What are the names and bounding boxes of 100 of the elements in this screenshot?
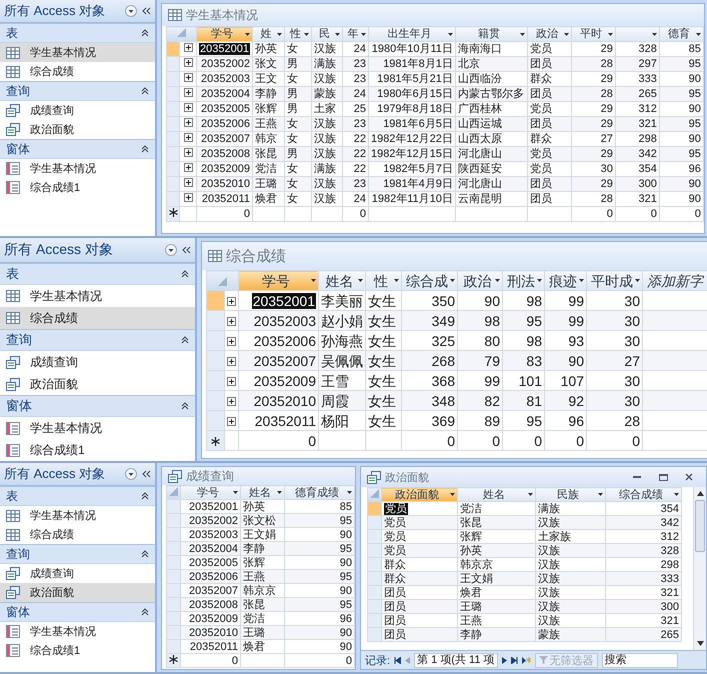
nav-group-header[interactable]: 表 xyxy=(0,263,195,285)
select-all-icon[interactable] xyxy=(218,276,227,286)
previous-record-icon[interactable] xyxy=(405,656,410,664)
expand-icon[interactable] xyxy=(227,416,236,426)
next-record-icon[interactable] xyxy=(502,656,506,664)
row-selector[interactable] xyxy=(368,572,382,586)
row-selector[interactable] xyxy=(368,558,382,572)
scroll-up-icon[interactable] xyxy=(696,491,704,496)
nav-group-header[interactable]: 查询 xyxy=(0,329,195,351)
row-selector[interactable] xyxy=(166,500,180,514)
nav-group-header[interactable]: 查询 xyxy=(0,81,155,101)
row-selector[interactable] xyxy=(166,528,180,542)
expand-icon[interactable] xyxy=(184,118,192,126)
expand-icon[interactable] xyxy=(184,72,192,82)
table-cell: 满族 xyxy=(536,502,606,516)
dropdown-icon[interactable] xyxy=(125,5,137,17)
column-header[interactable]: 年 xyxy=(342,26,368,42)
nav-group-header[interactable]: 查询 xyxy=(0,544,155,564)
expand-icon[interactable] xyxy=(227,296,236,306)
row-selector[interactable] xyxy=(166,514,180,528)
column-header[interactable]: 政治面貌 xyxy=(382,488,458,502)
column-header[interactable]: 学号 xyxy=(180,486,240,500)
expand-icon[interactable] xyxy=(184,42,192,52)
expand-icon[interactable] xyxy=(184,88,192,96)
row-selector[interactable] xyxy=(368,544,382,558)
expand-icon[interactable] xyxy=(184,192,192,202)
expand-icon[interactable] xyxy=(184,178,192,186)
column-header[interactable]: 综合成 xyxy=(402,270,458,290)
expand-icon[interactable] xyxy=(184,162,192,172)
table-cell: 韩京京 xyxy=(240,584,284,598)
expand-icon[interactable] xyxy=(184,58,192,66)
nav-group-header[interactable]: 表 xyxy=(0,23,155,43)
expand-icon[interactable] xyxy=(227,316,236,326)
table-cell: 30 xyxy=(586,330,642,350)
column-header[interactable]: 民族 xyxy=(536,488,606,502)
row-selector[interactable] xyxy=(166,626,180,640)
column-header[interactable]: 姓名 xyxy=(458,488,536,502)
new-record-icon[interactable] xyxy=(522,656,530,664)
collapse-icon[interactable] xyxy=(141,7,151,15)
row-selector[interactable] xyxy=(368,530,382,544)
nav-group-header[interactable]: 窗体 xyxy=(0,602,155,622)
column-header[interactable]: 综合成绩 xyxy=(606,488,682,502)
nav-item-label: 成绩查询 xyxy=(30,354,78,370)
column-header[interactable]: 平时成 xyxy=(586,270,642,290)
scroll-down-icon[interactable] xyxy=(696,641,704,646)
dropdown-icon[interactable] xyxy=(165,244,177,256)
column-header[interactable]: 刑法 xyxy=(502,270,544,290)
expand-icon[interactable] xyxy=(227,336,236,346)
nav-group-header[interactable]: 窗体 xyxy=(0,395,195,417)
column-header[interactable]: 政治 xyxy=(458,270,502,290)
minimize-icon[interactable] xyxy=(633,476,641,478)
column-header[interactable]: 民 xyxy=(311,26,342,42)
first-record-icon[interactable] xyxy=(394,656,402,664)
column-header[interactable]: 学号 xyxy=(238,270,318,290)
row-selector[interactable] xyxy=(166,598,180,612)
maximize-icon[interactable] xyxy=(658,474,668,480)
column-header[interactable]: 出生年月 xyxy=(368,26,456,42)
column-header[interactable] xyxy=(615,26,660,42)
collapse-icon[interactable] xyxy=(181,246,191,254)
last-record-icon[interactable] xyxy=(510,656,518,664)
column-header[interactable]: 学号 xyxy=(196,26,252,42)
expand-icon[interactable] xyxy=(227,376,236,386)
scrollbar-thumb[interactable] xyxy=(695,500,705,552)
row-selector[interactable] xyxy=(166,542,180,556)
dropdown-icon[interactable] xyxy=(125,468,137,480)
column-header[interactable]: 姓 xyxy=(252,26,284,42)
column-header[interactable]: 性 xyxy=(284,26,312,42)
column-header[interactable]: 姓名 xyxy=(240,486,284,500)
expand-icon[interactable] xyxy=(184,102,192,112)
search-field[interactable]: 搜索 xyxy=(602,652,678,668)
column-header[interactable]: 添加新字 xyxy=(642,270,707,290)
column-header[interactable]: 姓名 xyxy=(318,270,366,290)
row-selector[interactable] xyxy=(166,556,180,570)
record-position-field[interactable]: 第 1 项(共 11 项 xyxy=(414,652,498,668)
collapse-icon[interactable] xyxy=(141,470,151,478)
row-selector[interactable] xyxy=(368,586,382,600)
column-header[interactable]: 平时 xyxy=(571,26,616,42)
row-selector[interactable] xyxy=(368,614,382,628)
expand-icon[interactable] xyxy=(227,396,236,406)
expand-icon[interactable] xyxy=(184,132,192,142)
row-selector[interactable] xyxy=(166,640,180,654)
nav-item[interactable]: 学生基本情况 xyxy=(0,43,155,62)
nav-item[interactable]: 综合成绩 xyxy=(0,307,195,329)
row-selector[interactable] xyxy=(368,628,382,642)
row-selector[interactable] xyxy=(166,570,180,584)
row-selector[interactable] xyxy=(368,600,382,614)
row-selector[interactable] xyxy=(368,502,382,516)
row-selector[interactable] xyxy=(368,516,382,530)
nav-group-header[interactable]: 表 xyxy=(0,486,155,506)
expand-icon[interactable] xyxy=(227,356,236,366)
close-icon[interactable] xyxy=(685,473,693,481)
column-header[interactable]: 政治 xyxy=(527,26,572,42)
nav-item[interactable]: 政治面貌 xyxy=(0,583,155,602)
row-selector[interactable] xyxy=(166,612,180,626)
column-header[interactable]: 性 xyxy=(366,270,402,290)
nav-group-header[interactable]: 窗体 xyxy=(0,139,155,159)
column-header[interactable]: 籍贯 xyxy=(455,26,528,42)
column-header[interactable]: 痕迹 xyxy=(544,270,586,290)
expand-icon[interactable] xyxy=(184,148,192,156)
row-selector[interactable] xyxy=(166,584,180,598)
